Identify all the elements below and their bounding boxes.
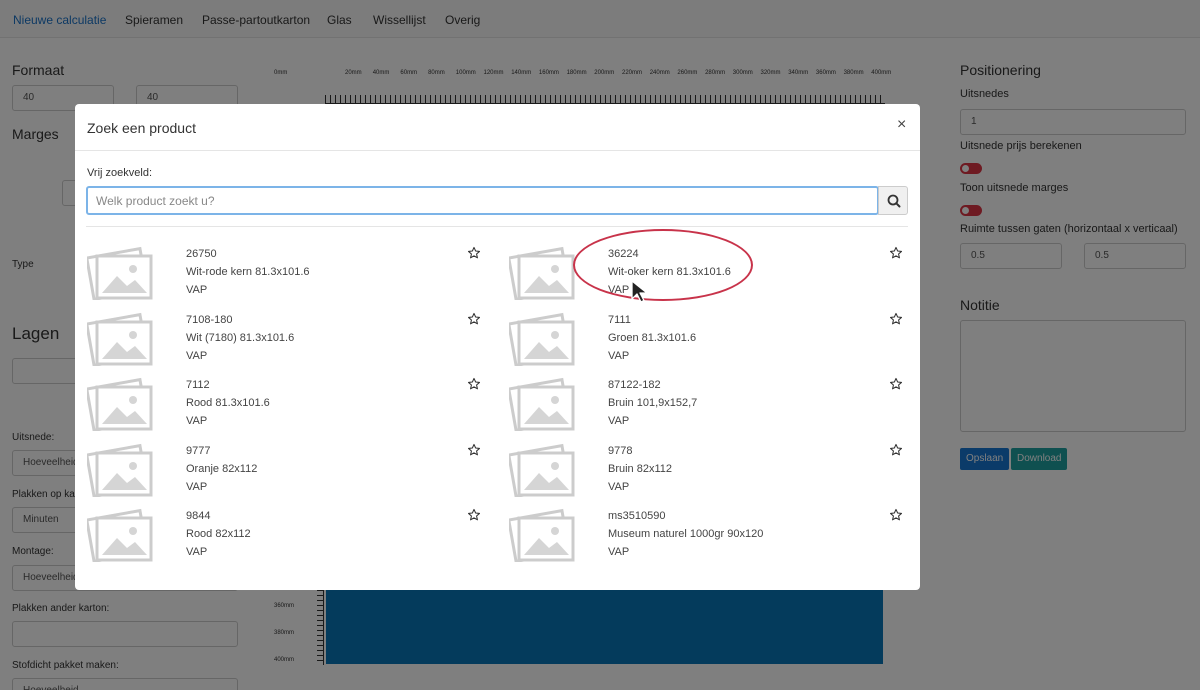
star-icon[interactable] (889, 246, 903, 260)
product-name: Museum naturel 1000gr 90x120 (608, 528, 764, 540)
product-brand: VAP (186, 546, 208, 558)
search-icon (887, 194, 901, 208)
product-brand: VAP (608, 480, 630, 493)
star-icon[interactable] (467, 377, 481, 391)
modal-title: Zoek een product (87, 120, 196, 136)
product-item-7108-180[interactable]: 7108-180 Wit (7180) 81.3x101.6 VAP (85, 306, 487, 367)
product-code: 7108-180 (186, 313, 233, 326)
product-name: Oranje 82x112 (186, 462, 258, 475)
star-icon[interactable] (467, 312, 481, 326)
product-name: Wit-oker kern 81.3x101.6 (608, 266, 731, 278)
product-brand: VAP (186, 480, 208, 493)
image-placeholder-icon (85, 240, 157, 302)
search-divider (86, 226, 908, 227)
image-placeholder-icon (507, 502, 579, 564)
star-icon[interactable] (467, 508, 481, 522)
product-name: Rood 82x112 (186, 528, 251, 540)
product-item-9844[interactable]: 9844 Rood 82x112 VAP (85, 502, 487, 564)
image-placeholder-icon (507, 371, 579, 433)
product-brand: VAP (608, 349, 630, 362)
product-item-26750[interactable]: 26750 Wit-rode kern 81.3x101.6 VAP (85, 240, 487, 302)
product-name: Rood 81.3x101.6 (186, 397, 270, 409)
product-brand: VAP (608, 284, 630, 296)
close-icon[interactable]: × (897, 116, 906, 134)
star-icon[interactable] (467, 443, 481, 457)
star-icon[interactable] (889, 443, 903, 457)
search-input[interactable] (86, 186, 879, 215)
product-brand: VAP (608, 415, 630, 427)
product-name: Groen 81.3x101.6 (608, 331, 697, 344)
product-code: 26750 (186, 248, 217, 260)
product-code: 7112 (186, 379, 210, 391)
product-code: 7111 (608, 313, 631, 326)
product-name: Wit (7180) 81.3x101.6 (186, 331, 295, 344)
product-brand: VAP (186, 284, 208, 296)
search-button[interactable] (878, 186, 908, 215)
product-brand: VAP (186, 415, 208, 427)
product-item-9778[interactable]: 9778 Bruin 82x112 VAP (507, 437, 909, 498)
star-icon[interactable] (889, 377, 903, 391)
product-name: Bruin 82x112 (608, 462, 673, 475)
product-code: 9777 (186, 444, 211, 457)
search-label: Vrij zoekveld: (87, 167, 153, 179)
modal-header-divider (75, 150, 920, 151)
image-placeholder-icon (507, 306, 579, 367)
product-item-36224[interactable]: 36224 Wit-oker kern 81.3x101.6 VAP (507, 240, 909, 302)
product-name: Wit-rode kern 81.3x101.6 (186, 266, 310, 278)
image-placeholder-icon (85, 306, 157, 367)
product-brand: VAP (608, 546, 630, 558)
image-placeholder-icon (85, 437, 157, 498)
product-item-9777[interactable]: 9777 Oranje 82x112 VAP (85, 437, 487, 498)
star-icon[interactable] (889, 508, 903, 522)
image-placeholder-icon (85, 502, 157, 564)
product-search-modal: Zoek een product × Vrij zoekveld: 26750 W… (75, 104, 920, 590)
product-item-7111[interactable]: 7111 Groen 81.3x101.6 VAP (507, 306, 909, 367)
image-placeholder-icon (507, 437, 579, 498)
product-item-87122-182[interactable]: 87122-182 Bruin 101,9x152,7 VAP (507, 371, 909, 433)
product-item-7112[interactable]: 7112 Rood 81.3x101.6 VAP (85, 371, 487, 433)
product-brand: VAP (186, 349, 208, 362)
product-code: 9778 (608, 444, 633, 457)
star-icon[interactable] (467, 246, 481, 260)
image-placeholder-icon (85, 371, 157, 433)
product-code: ms3510590 (608, 510, 666, 522)
product-code: 87122-182 (608, 379, 661, 391)
product-code: 9844 (186, 510, 211, 522)
image-placeholder-icon (507, 240, 579, 302)
product-name: Bruin 101,9x152,7 (608, 397, 698, 409)
product-code: 36224 (608, 248, 639, 260)
star-icon[interactable] (889, 312, 903, 326)
product-item-ms3510590[interactable]: ms3510590 Museum naturel 1000gr 90x120 VAP (507, 502, 909, 564)
